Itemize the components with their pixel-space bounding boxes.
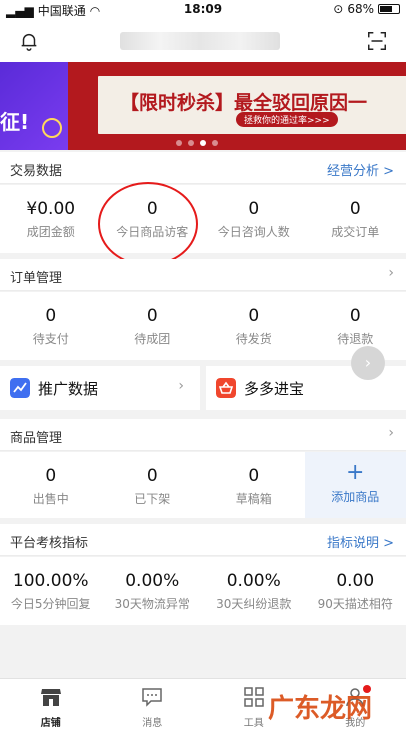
metric-value: 0 xyxy=(248,199,260,219)
plus-icon: + xyxy=(346,460,365,485)
bell-icon[interactable] xyxy=(18,30,40,52)
metric-value: 0 xyxy=(349,306,361,326)
metric-value: 100.00% xyxy=(12,571,89,591)
banner-left-text: 征! xyxy=(0,110,30,134)
tab-messages[interactable]: 消息 xyxy=(102,679,204,732)
platform-metrics: 100.00% 今日5分钟回复 0.00% 30天物流异常 0.00% 30天纠… xyxy=(0,557,406,625)
top-nav xyxy=(0,20,406,62)
metric-reply-rate[interactable]: 100.00% 今日5分钟回复 xyxy=(0,557,102,625)
platform-header: 平台考核指标 指标说明 > xyxy=(0,524,406,556)
metric-on-sale[interactable]: 0 出售中 xyxy=(0,452,102,518)
goods-header[interactable]: 商品管理 › xyxy=(0,419,406,451)
chevron-right-icon: › xyxy=(388,425,394,441)
metric-label: 出售中 xyxy=(32,492,69,506)
metric-label: 30天纠纷退款 xyxy=(216,597,292,611)
store-icon xyxy=(40,689,61,706)
banner-dot-active xyxy=(200,140,206,146)
metric-drafts[interactable]: 0 草稿箱 xyxy=(203,452,305,518)
add-goods-button[interactable]: + 添加商品 xyxy=(304,452,406,518)
business-analysis-link[interactable]: 经营分析 > xyxy=(327,160,394,179)
banner-title: 【限时秒杀】最全驳回原因一 xyxy=(120,92,368,114)
metric-value: ¥0.00 xyxy=(26,199,76,219)
banner-card: 【限时秒杀】最全驳回原因一 拯救你的通过率>>> xyxy=(96,74,406,136)
banner-dot xyxy=(176,140,182,146)
battery-icon xyxy=(378,4,400,14)
banner-dot xyxy=(212,140,218,146)
indicator-help-link[interactable]: 指标说明 > xyxy=(327,532,394,551)
metric-pending-group[interactable]: 0 待成团 xyxy=(102,292,204,360)
metric-orders[interactable]: 0 成交订单 xyxy=(305,185,406,253)
metric-value: 0 xyxy=(248,306,260,326)
metric-logistics[interactable]: 0.00% 30天物流异常 xyxy=(102,557,204,625)
metric-label: 成团金额 xyxy=(26,225,75,239)
tab-label: 店铺 xyxy=(40,718,61,729)
metric-label: 已下架 xyxy=(134,492,171,506)
status-right: ⊙ 68% xyxy=(333,2,400,16)
promo-data-label: 推广数据 xyxy=(38,380,99,398)
metric-value: 0 xyxy=(45,466,57,486)
metric-value: 0.00% xyxy=(125,571,180,591)
float-arrow-button[interactable]: › xyxy=(351,346,385,380)
tab-label: 消息 xyxy=(142,718,163,729)
promo-banner[interactable]: 征! 【限时秒杀】最全驳回原因一 拯救你的通过率>>> xyxy=(0,62,406,150)
metric-label: 今日5分钟回复 xyxy=(10,597,91,611)
metric-value: 0 xyxy=(146,306,158,326)
metric-dispute[interactable]: 0.00% 30天纠纷退款 xyxy=(203,557,305,625)
battery-percent: 68% xyxy=(347,2,374,16)
grid-icon xyxy=(244,687,264,707)
platform-title: 平台考核指标 xyxy=(10,536,89,551)
trade-title: 交易数据 xyxy=(10,164,63,179)
banner-prev-slide: 征! xyxy=(0,62,68,150)
message-icon xyxy=(142,688,162,707)
metric-label: 待支付 xyxy=(32,332,69,346)
scan-icon[interactable] xyxy=(366,30,388,52)
banner-dot xyxy=(188,140,194,146)
promo-row: 推广数据 › 多多进宝 xyxy=(0,366,406,410)
metric-value: 0 xyxy=(248,466,260,486)
tap-icon xyxy=(42,118,62,138)
promo-data-entry[interactable]: 推广数据 › xyxy=(0,366,200,410)
metric-off-shelf[interactable]: 0 已下架 xyxy=(102,452,204,518)
red-circle-annotation xyxy=(98,182,198,266)
watermark-text: 广东龙网 xyxy=(268,694,373,724)
metric-group-amount[interactable]: ¥0.00 成团金额 xyxy=(0,185,102,253)
rotation-lock-icon: ⊙ xyxy=(333,2,344,16)
metric-label: 成交订单 xyxy=(331,225,380,239)
chart-icon xyxy=(10,378,30,398)
metric-label: 草稿箱 xyxy=(235,492,272,506)
metric-label: 待成团 xyxy=(134,332,171,346)
banner-tag: 拯救你的通过率>>> xyxy=(236,112,338,127)
metric-value: 0.00 xyxy=(336,571,375,591)
trade-metrics: ¥0.00 成团金额 0 今日商品访客 0 今日咨询人数 0 成交订单 xyxy=(0,185,406,253)
status-bar: ▂▄▆ 中国联通 ◠ 18:09 ⊙ 68% xyxy=(0,0,406,20)
goods-title: 商品管理 xyxy=(10,431,63,446)
chevron-right-icon: › xyxy=(388,265,394,281)
treasure-icon xyxy=(216,378,236,398)
add-goods-label: 添加商品 xyxy=(331,490,380,504)
metric-value: 0 xyxy=(146,466,158,486)
metric-inquiries[interactable]: 0 今日咨询人数 xyxy=(203,185,305,253)
order-metrics: 0 待支付 0 待成团 0 待发货 0 待退款 xyxy=(0,292,406,360)
orders-header[interactable]: 订单管理 › xyxy=(0,259,406,291)
metric-description[interactable]: 0.00 90天描述相符 xyxy=(305,557,406,625)
metric-pending-pay[interactable]: 0 待支付 xyxy=(0,292,102,360)
metric-value: 0.00% xyxy=(226,571,281,591)
chevron-right-icon: › xyxy=(178,378,184,394)
banner-dots xyxy=(176,140,218,146)
metric-value: 0 xyxy=(45,306,57,326)
orders-title: 订单管理 xyxy=(10,271,63,286)
shop-name-blurred xyxy=(120,32,280,50)
metric-label: 90天描述相符 xyxy=(317,597,393,611)
metric-label: 30天物流异常 xyxy=(114,597,190,611)
goods-metrics: 0 出售中 0 已下架 0 草稿箱 + 添加商品 xyxy=(0,452,406,518)
metric-label: 待发货 xyxy=(235,332,272,346)
duoduo-treasure-label: 多多进宝 xyxy=(244,380,305,398)
trade-header: 交易数据 经营分析 > xyxy=(0,152,406,184)
metric-value: 0 xyxy=(349,199,361,219)
tab-shop[interactable]: 店铺 xyxy=(0,679,102,732)
metric-label: 待退款 xyxy=(337,332,374,346)
metric-pending-ship[interactable]: 0 待发货 xyxy=(203,292,305,360)
metric-label: 今日咨询人数 xyxy=(217,225,290,239)
